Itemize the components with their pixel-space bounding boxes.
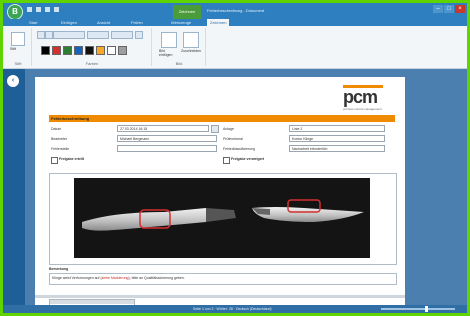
color-swatch[interactable] <box>52 46 61 55</box>
attachment-header <box>50 300 134 304</box>
redo-icon[interactable] <box>45 7 50 12</box>
approval-denied-checkbox[interactable] <box>223 157 230 164</box>
insert-image-icon[interactable] <box>161 32 177 48</box>
defect-photo[interactable] <box>74 178 370 258</box>
app-menu-button[interactable]: B <box>7 4 23 20</box>
error-location-field[interactable] <box>117 145 217 152</box>
status-text: Seite 1 von 2 · Wörter: 28 · Deutsch (De… <box>193 307 272 311</box>
ribbon-group-colors: Farben <box>33 28 152 66</box>
color-swatch[interactable] <box>63 46 72 55</box>
knife-blades-image <box>82 199 364 231</box>
back-arrow-icon[interactable]: ‹ <box>7 75 19 87</box>
crop-icon[interactable] <box>183 32 199 48</box>
field-label: Bearbeiter <box>51 137 68 141</box>
ribbon-tabs: Start Einfügen Ansicht Prüfen Werkzeuge … <box>3 19 467 26</box>
classification-field[interactable]: Nacharbeit erforderlich <box>289 145 385 152</box>
tab-tools[interactable]: Werkzeuge <box>171 20 191 25</box>
section-header: Fehlerbeschreibung <box>49 115 395 122</box>
ribbon-group-label: Farben <box>85 61 99 66</box>
window-title: Fehlerbeschreibung - Dokument <box>207 8 265 13</box>
close-icon[interactable]: × <box>455 5 465 13</box>
tab-start[interactable]: Start <box>29 20 37 25</box>
field-label: Datum <box>51 127 62 131</box>
left-blade-handle <box>206 208 236 222</box>
pencil-icon[interactable] <box>37 31 45 39</box>
color-swatch[interactable] <box>96 46 105 55</box>
tab-draw[interactable]: Zeichnen <box>207 19 230 26</box>
ribbon-group-image: Bild einfügen Zuschneiden Bild <box>153 28 206 66</box>
field-label: Prüfmerkmal <box>223 137 243 141</box>
tab-review[interactable]: Prüfen <box>131 20 143 25</box>
logo-subtitle: prozess control management <box>343 107 382 111</box>
approval-granted-checkbox[interactable] <box>51 157 58 164</box>
pen-button-label: Stift <box>10 47 17 51</box>
check-feature-field[interactable]: Kontur Klinge <box>289 135 385 142</box>
notes-text-part: Klinge weist Verformungen auf ( <box>52 276 102 280</box>
shape-dropdown[interactable] <box>111 31 133 39</box>
line-style-dropdown[interactable] <box>53 31 85 39</box>
pen-icon[interactable] <box>11 32 25 46</box>
field-label: Fehlerklassifizierung <box>223 147 255 151</box>
notes-label: Bemerkung <box>49 267 69 271</box>
minimize-icon[interactable]: – <box>433 5 443 13</box>
color-swatch[interactable] <box>85 46 94 55</box>
color-swatch[interactable] <box>41 46 50 55</box>
date-field[interactable]: 27.03.2014 16:15 <box>117 125 209 132</box>
editor-field[interactable]: Michael Bergmann <box>117 135 217 142</box>
ribbon-group-label: Stift <box>14 61 22 66</box>
window-controls: – □ × <box>433 5 465 13</box>
eraser-icon[interactable] <box>135 31 143 39</box>
status-bar: Seite 1 von 2 · Wörter: 28 · Deutsch (De… <box>3 305 467 313</box>
undo-icon[interactable] <box>36 7 41 12</box>
notes-text-part: ), bitte an Qualitätssicherung geben. <box>128 276 185 280</box>
field-label: Anlage <box>223 127 234 131</box>
contextual-tab-header[interactable]: Zeichnen <box>173 5 201 19</box>
ribbon-group-pen: Stift Stift <box>5 28 32 66</box>
field-label: Fehlerstelle <box>51 147 70 151</box>
notes-text: Klinge weist Verformungen auf (siehe Mar… <box>52 276 185 280</box>
notes-field[interactable]: Klinge weist Verformungen auf (siehe Mar… <box>49 273 397 285</box>
quick-access-toolbar <box>27 7 59 12</box>
page-break <box>35 295 405 298</box>
plant-field[interactable]: Linie 2 <box>289 125 385 132</box>
crop-label: Zuschneiden <box>181 49 202 53</box>
color-swatch[interactable] <box>74 46 83 55</box>
company-logo: pcm <box>343 87 378 107</box>
checkbox-label: Freigabe erteilt <box>59 157 85 161</box>
document-area[interactable]: pcm prozess control management Fehlerbes… <box>25 69 467 305</box>
checkbox-label: Freigabe verweigert <box>231 157 265 161</box>
tab-view[interactable]: Ansicht <box>97 20 110 25</box>
highlighter-icon[interactable] <box>45 31 53 39</box>
application-window: B Zeichnen Fehlerbeschreibung - Dokument… <box>3 3 467 313</box>
section-title: Fehlerbeschreibung <box>51 116 90 121</box>
color-swatch[interactable] <box>118 46 127 55</box>
zoom-slider-thumb[interactable] <box>425 306 429 312</box>
color-swatch[interactable] <box>107 46 116 55</box>
print-icon[interactable] <box>54 7 59 12</box>
save-icon[interactable] <box>27 7 32 12</box>
insert-image-label: Bild einfügen <box>159 49 173 57</box>
title-bar: B Zeichnen Fehlerbeschreibung - Dokument… <box>3 3 467 20</box>
left-navigation-strip: ‹ <box>3 69 25 305</box>
tab-insert[interactable]: Einfügen <box>61 20 77 25</box>
zoom-slider[interactable] <box>381 308 455 310</box>
calendar-icon[interactable] <box>211 125 219 133</box>
ribbon-group-label: Bild <box>175 61 183 66</box>
document-page: pcm prozess control management Fehlerbes… <box>35 77 405 305</box>
ribbon: Stift Stift Farben Bild einfügen Zuschne… <box>3 26 467 69</box>
notes-text-highlight: siehe Markierung <box>101 276 129 280</box>
line-width-dropdown[interactable] <box>87 31 109 39</box>
image-container <box>49 173 397 265</box>
maximize-icon[interactable]: □ <box>444 5 454 13</box>
